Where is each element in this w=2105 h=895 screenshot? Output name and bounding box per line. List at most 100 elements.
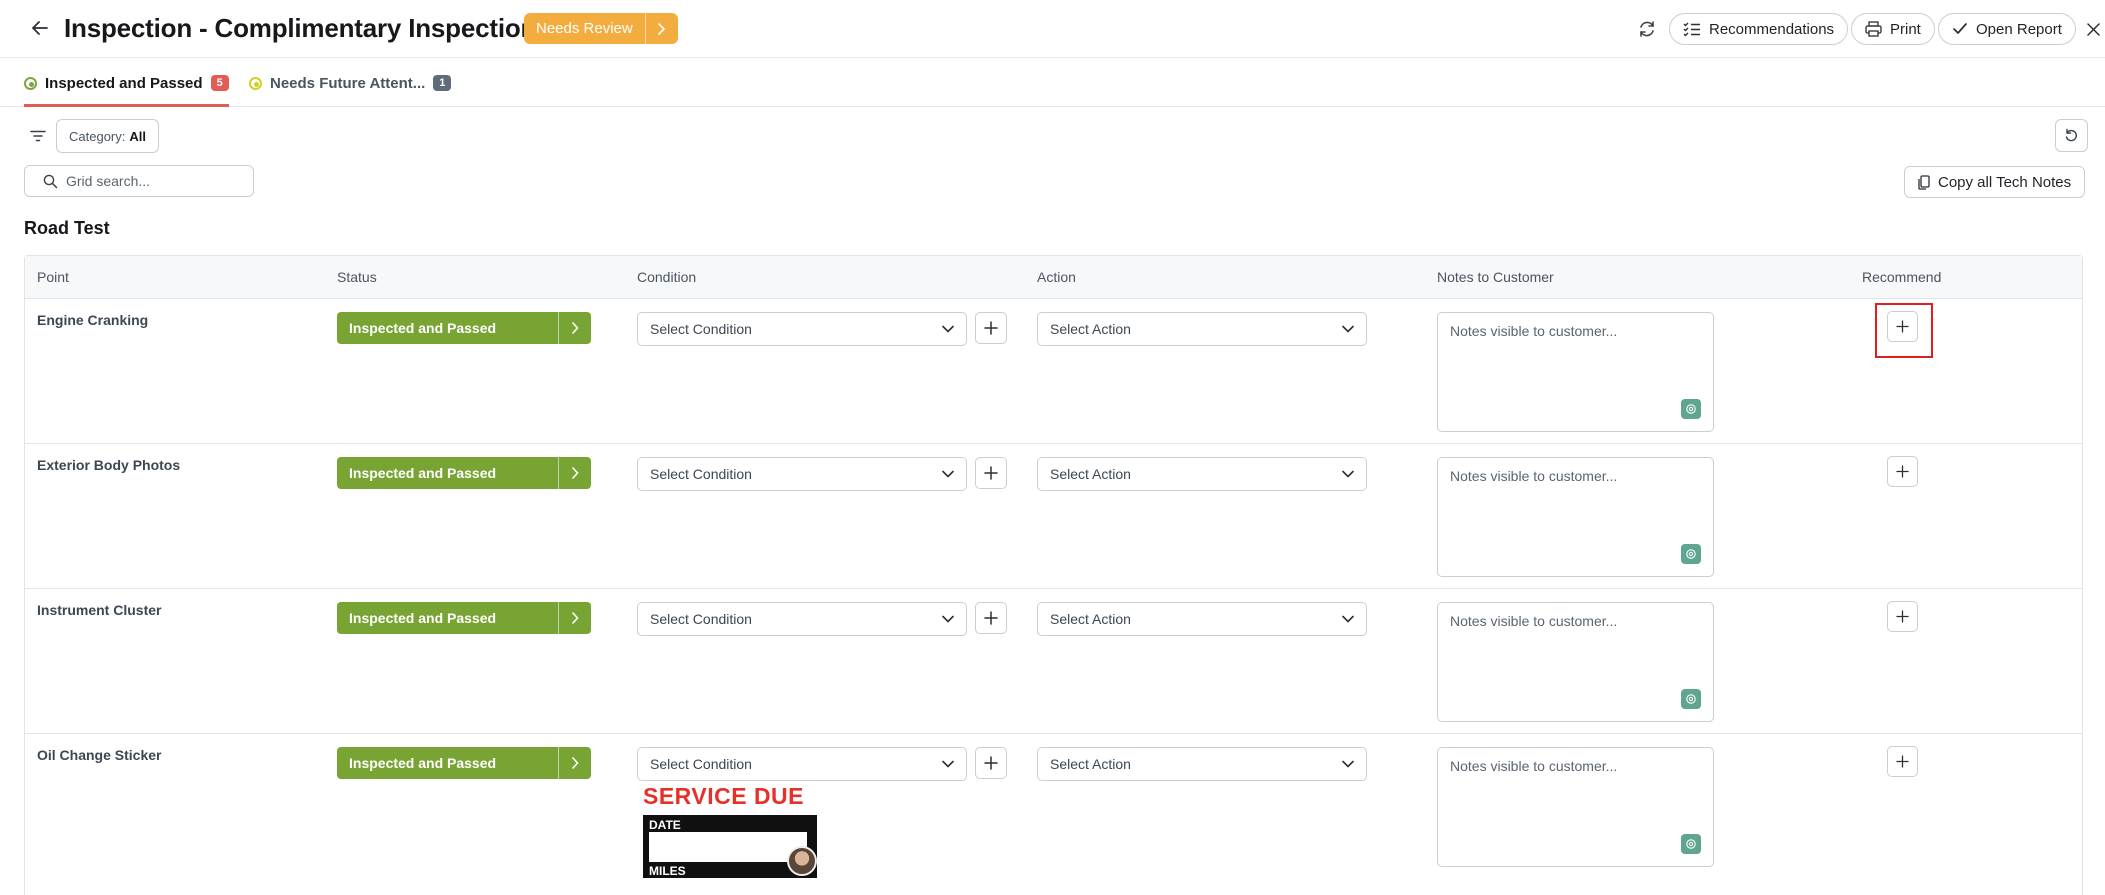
customer-notes-box [1437, 457, 1714, 577]
avatar [787, 846, 817, 876]
status-button[interactable]: Inspected and Passed [337, 312, 558, 344]
status-next-button[interactable] [558, 747, 591, 779]
status-button[interactable]: Inspected and Passed [337, 457, 558, 489]
chevron-right-icon [658, 22, 666, 35]
status-pill: Needs Review [524, 13, 678, 44]
customer-notes-input[interactable] [1438, 313, 1713, 431]
printer-icon [1865, 21, 1882, 37]
point-name: Instrument Cluster [37, 602, 162, 618]
add-recommendation-button[interactable] [1887, 746, 1918, 777]
action-select-value: Select Action [1050, 321, 1131, 337]
add-recommendation-button[interactable] [1887, 311, 1918, 342]
add-condition-button[interactable] [975, 457, 1007, 489]
grid-search-box [24, 165, 254, 197]
status-button-group: Inspected and Passed [337, 747, 591, 779]
green-status-dot-icon [24, 76, 37, 90]
action-select-value: Select Action [1050, 466, 1131, 482]
condition-select[interactable]: Select Condition [637, 602, 967, 636]
column-header-condition: Condition [637, 269, 697, 285]
action-select[interactable]: Select Action [1037, 312, 1367, 346]
checkmark-icon [1953, 23, 1967, 34]
customer-notes-box [1437, 747, 1714, 867]
yellow-status-dot-icon [249, 76, 262, 90]
plus-icon [1896, 755, 1909, 768]
chevron-down-icon [942, 325, 954, 333]
condition-select-value: Select Condition [650, 466, 752, 482]
column-header-point: Point [37, 269, 69, 285]
add-condition-button[interactable] [975, 747, 1007, 779]
action-select[interactable]: Select Action [1037, 602, 1367, 636]
recommendations-button[interactable]: Recommendations [1669, 13, 1849, 45]
grid-search-input[interactable] [66, 173, 246, 189]
tab-inspected-and-passed[interactable]: Inspected and Passed 5 [24, 59, 229, 107]
condition-select[interactable]: Select Condition [637, 747, 967, 781]
chevron-right-icon [572, 612, 579, 624]
ai-assist-icon[interactable] [1681, 544, 1701, 564]
needs-review-button[interactable]: Needs Review [524, 13, 645, 44]
status-next-button[interactable] [558, 312, 591, 344]
ai-assist-icon[interactable] [1681, 689, 1701, 709]
chevron-down-icon [1342, 615, 1354, 623]
column-header-action: Action [1037, 269, 1076, 285]
add-recommendation-button[interactable] [1887, 601, 1918, 632]
print-button[interactable]: Print [1851, 13, 1935, 45]
condition-select-value: Select Condition [650, 321, 752, 337]
customer-notes-input[interactable] [1438, 603, 1713, 721]
table-row: Oil Change Sticker Inspected and Passed … [25, 734, 2082, 895]
status-next-button[interactable] [644, 13, 678, 44]
action-select[interactable]: Select Action [1037, 747, 1367, 781]
filter-icon[interactable] [28, 126, 48, 146]
ai-assist-icon[interactable] [1681, 399, 1701, 419]
table-row: Engine Cranking Inspected and Passed Sel… [25, 299, 2082, 444]
column-header-notes: Notes to Customer [1437, 269, 1554, 285]
condition-select-value: Select Condition [650, 756, 752, 772]
copy-all-tech-notes-button[interactable]: Copy all Tech Notes [1904, 166, 2086, 198]
point-name: Exterior Body Photos [37, 457, 181, 473]
customer-notes-input[interactable] [1438, 748, 1713, 866]
plus-icon [1896, 320, 1909, 333]
ai-assist-icon[interactable] [1681, 834, 1701, 854]
chevron-down-icon [1342, 325, 1354, 333]
sticker-heading: SERVICE DUE [643, 783, 805, 809]
tab-label: Needs Future Attent... [270, 74, 426, 92]
open-report-button[interactable]: Open Report [1938, 13, 2076, 45]
plus-icon [984, 466, 998, 480]
customer-notes-box [1437, 602, 1714, 722]
point-name: Oil Change Sticker [37, 747, 162, 763]
chevron-right-icon [572, 757, 579, 769]
category-filter-chip[interactable]: Category: All [56, 119, 159, 153]
chevron-down-icon [1342, 470, 1354, 478]
chevron-down-icon [1342, 760, 1354, 768]
plus-icon [984, 611, 998, 625]
table-row: Exterior Body Photos Inspected and Passe… [25, 444, 2082, 589]
tab-needs-future-attention[interactable]: Needs Future Attent... 1 [249, 59, 452, 107]
status-button[interactable]: Inspected and Passed [337, 602, 558, 634]
action-select-value: Select Action [1050, 756, 1131, 772]
status-button-group: Inspected and Passed [337, 312, 591, 344]
refresh-icon[interactable] [1634, 16, 1660, 42]
add-recommendation-button[interactable] [1887, 456, 1918, 487]
status-next-button[interactable] [558, 457, 591, 489]
customer-notes-input[interactable] [1438, 458, 1713, 576]
page-title: Inspection - Complimentary Inspection [64, 13, 537, 43]
condition-select[interactable]: Select Condition [637, 312, 967, 346]
chevron-right-icon [572, 322, 579, 334]
copy-notes-label: Copy all Tech Notes [1938, 173, 2072, 191]
condition-select[interactable]: Select Condition [637, 457, 967, 491]
status-button[interactable]: Inspected and Passed [337, 747, 558, 779]
plus-icon [984, 756, 998, 770]
table-header: Point Status Condition Action Notes to C… [25, 256, 2082, 299]
customer-notes-box [1437, 312, 1714, 432]
action-select-value: Select Action [1050, 611, 1131, 627]
list-check-icon [1683, 22, 1700, 37]
close-icon[interactable] [2080, 16, 2105, 42]
status-next-button[interactable] [558, 602, 591, 634]
add-condition-button[interactable] [975, 602, 1007, 634]
reset-icon[interactable] [2055, 119, 2088, 152]
tab-count-badge: 5 [210, 75, 229, 91]
action-select[interactable]: Select Action [1037, 457, 1367, 491]
sticker-photo-thumbnail[interactable]: SERVICE DUE DATE MILES [641, 782, 817, 878]
status-button-group: Inspected and Passed [337, 457, 591, 489]
add-condition-button[interactable] [975, 312, 1007, 344]
back-arrow-icon[interactable] [26, 14, 54, 42]
